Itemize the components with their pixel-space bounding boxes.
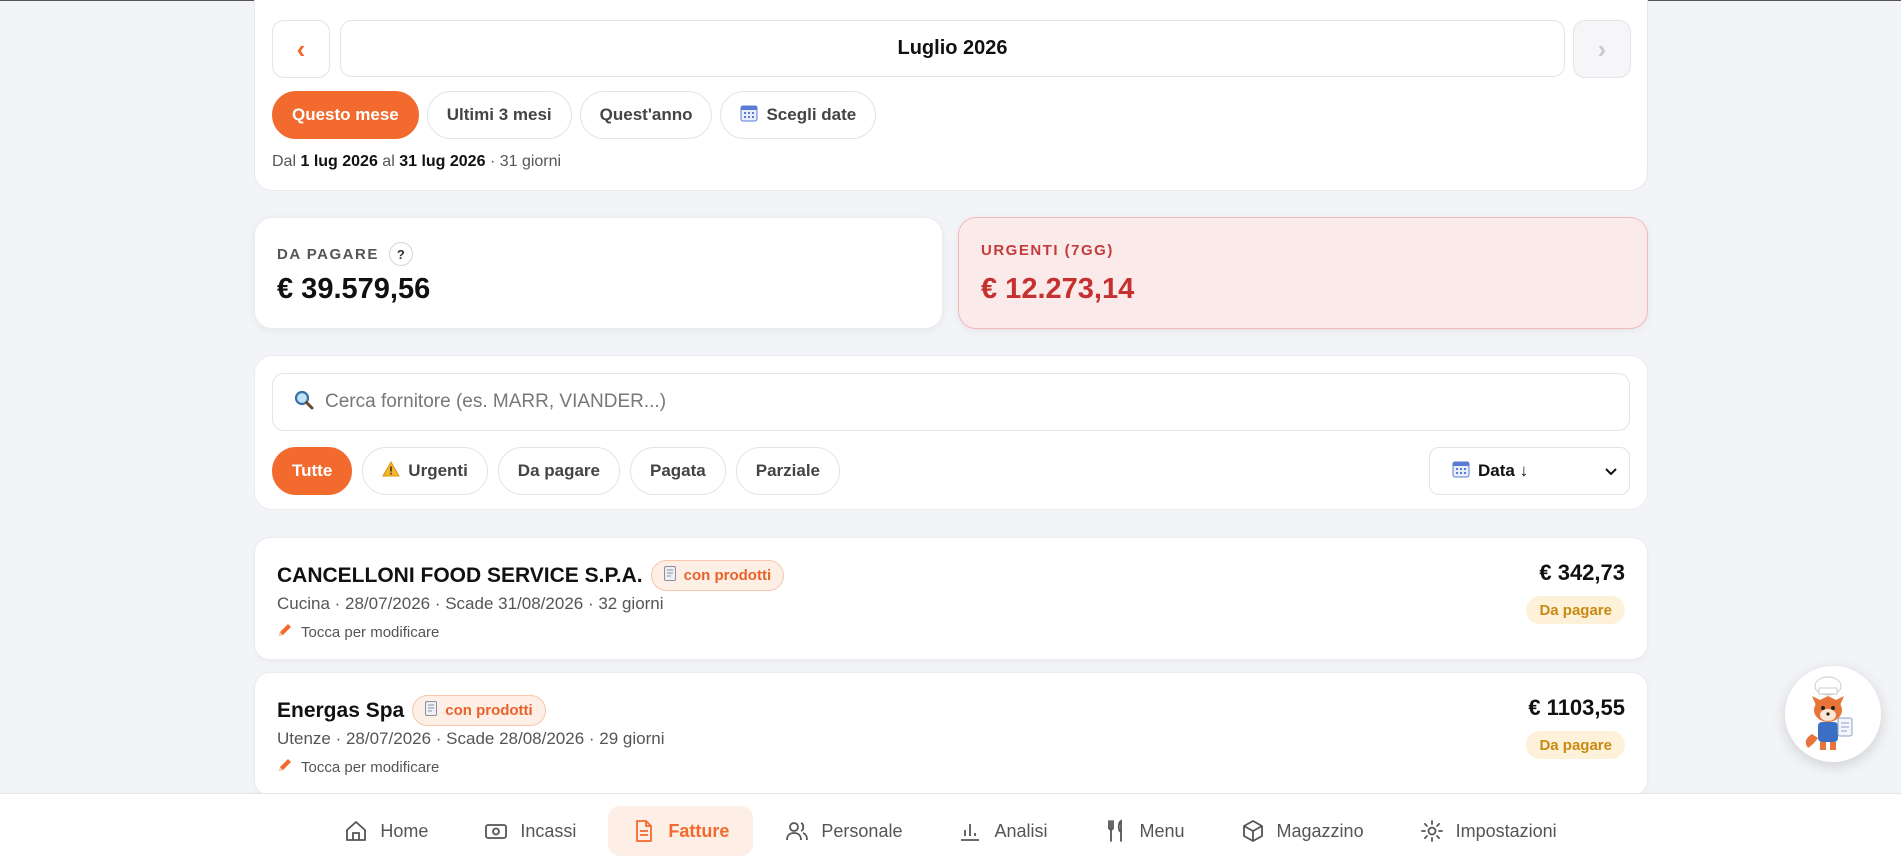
invoice-card[interactable]: CANCELLONI FOOD SERVICE S.P.A. con prodo… — [254, 537, 1648, 660]
sort-select-value: Data ↓ — [1478, 461, 1529, 480]
filter-all[interactable]: Tutte — [272, 447, 353, 495]
users-icon — [786, 822, 809, 841]
fox-chef-assistant-button[interactable] — [1785, 666, 1881, 762]
chip-choose-dates[interactable]: Scegli date — [720, 91, 877, 139]
search-box[interactable] — [272, 373, 1630, 431]
home-icon — [346, 821, 367, 841]
urgent-label: URGENTI (7GG) — [981, 242, 1114, 259]
period-chips: Questo mese Ultimi 3 mesi Quest'anno Sce… — [272, 91, 877, 139]
utensils-icon — [1107, 819, 1122, 842]
document-icon — [663, 566, 676, 585]
range-from: 1 lug 2026 — [300, 153, 378, 170]
chip-this-month[interactable]: Questo mese — [272, 91, 419, 139]
nav-item-menu[interactable]: Menu — [1080, 806, 1209, 856]
sort-select[interactable]: Data ↓ — [1429, 447, 1630, 495]
urgent-total-card: URGENTI (7GG) € 12.273,14 — [958, 217, 1648, 329]
calendar-icon — [1452, 460, 1470, 483]
warning-icon — [382, 460, 401, 482]
status-badge: Da pagare — [1526, 596, 1625, 624]
to-pay-total-card: DA PAGARE ? € 39.579,56 — [254, 217, 943, 329]
invoice-edit-hint: Tocca per modificare — [277, 757, 439, 777]
bar-chart-icon — [961, 824, 980, 841]
range-to: 31 lug 2026 — [399, 153, 486, 170]
chip-this-year[interactable]: Quest'anno — [579, 91, 713, 139]
filter-card: Tutte Urgenti Da pagare Pagata Parziale … — [254, 355, 1648, 510]
filter-urgent[interactable]: Urgenti — [362, 447, 488, 495]
current-month-label[interactable]: Luglio 2026 — [340, 20, 1565, 77]
range-days: · 31 giorni — [489, 153, 562, 170]
filter-urgent-label: Urgenti — [408, 461, 468, 480]
nav-item-magazzino[interactable]: Magazzino — [1217, 806, 1388, 856]
filter-partial[interactable]: Parziale — [735, 447, 841, 495]
products-badge: con prodotti — [650, 560, 785, 591]
nav-item-fatture[interactable]: Fatture — [608, 806, 754, 856]
fox-chef-icon — [1805, 676, 1853, 750]
pencil-icon — [277, 622, 293, 642]
nav-item-home[interactable]: Home — [320, 806, 452, 856]
nav-item-personale[interactable]: Personale — [761, 806, 926, 856]
invoice-meta: Cucina · 28/07/2026 · Scade 31/08/2026 ·… — [277, 594, 664, 613]
nav-item-analisi[interactable]: Analisi — [934, 806, 1071, 856]
invoice-amount: € 1103,55 — [1528, 695, 1625, 720]
bottom-navigation: Home Incassi Fatture Personale Analisi M… — [0, 793, 1901, 868]
invoice-file-icon — [636, 820, 653, 842]
previous-month-button[interactable]: ‹ — [272, 20, 330, 78]
invoice-edit-hint: Tocca per modificare — [277, 622, 439, 642]
period-selector-card: ‹ Luglio 2026 › Questo mese Ultimi 3 mes… — [254, 0, 1648, 191]
invoice-meta: Utenze · 28/07/2026 · Scade 28/08/2026 ·… — [277, 729, 665, 748]
urgent-value: € 12.273,14 — [981, 273, 1135, 305]
pencil-icon — [277, 757, 293, 777]
document-icon — [425, 701, 438, 720]
invoice-card[interactable]: Energas Spa con prodotti Utenze · 28/07/… — [254, 672, 1648, 796]
chip-last-3-months[interactable]: Ultimi 3 mesi — [426, 91, 572, 139]
gear-icon — [1420, 820, 1443, 842]
search-input[interactable] — [325, 391, 1525, 413]
chevron-down-icon — [1605, 463, 1617, 479]
filter-to-pay[interactable]: Da pagare — [497, 447, 620, 495]
to-pay-label: DA PAGARE — [277, 245, 379, 263]
help-icon[interactable]: ? — [388, 242, 413, 266]
cash-icon — [485, 824, 508, 839]
products-badge: con prodotti — [412, 695, 546, 726]
to-pay-value: € 39.579,56 — [277, 273, 431, 305]
date-range-summary: Dal 1 lug 2026 al 31 lug 2026 · 31 giorn… — [272, 153, 562, 170]
search-icon — [293, 389, 315, 416]
next-month-button[interactable]: › — [1573, 20, 1631, 78]
chip-choose-dates-label: Scegli date — [766, 105, 857, 124]
calendar-icon — [740, 104, 758, 127]
box-icon — [1242, 820, 1263, 842]
filter-paid[interactable]: Pagata — [630, 447, 726, 495]
invoice-supplier: Energas Spa — [277, 698, 405, 722]
invoice-supplier: CANCELLONI FOOD SERVICE S.P.A. — [277, 563, 643, 587]
status-filters: Tutte Urgenti Da pagare Pagata Parziale — [272, 447, 841, 495]
status-badge: Da pagare — [1526, 731, 1625, 759]
nav-item-incassi[interactable]: Incassi — [460, 806, 600, 856]
invoice-amount: € 342,73 — [1539, 560, 1625, 585]
nav-item-impostazioni[interactable]: Impostazioni — [1396, 806, 1581, 856]
